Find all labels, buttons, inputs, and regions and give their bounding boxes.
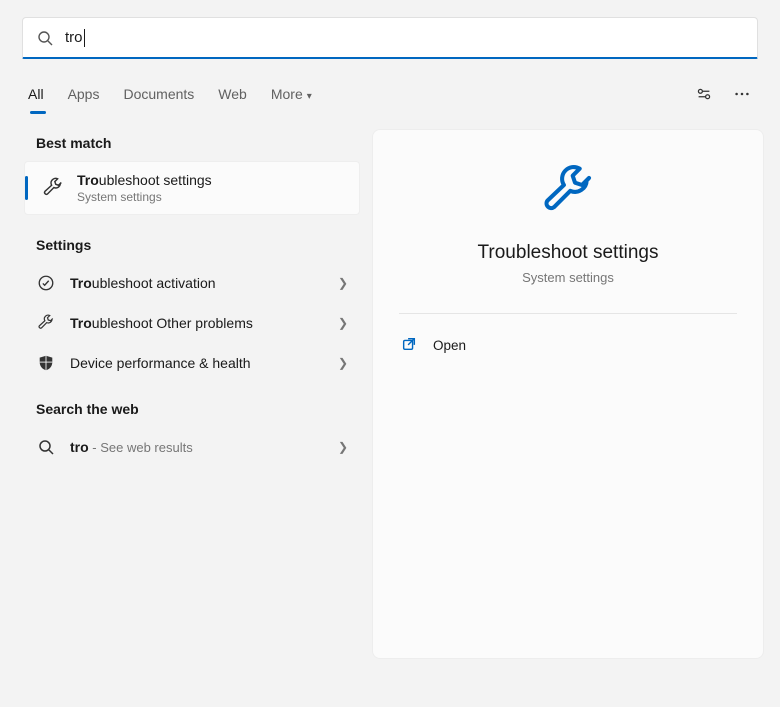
wrench-icon (41, 176, 65, 200)
divider (399, 313, 737, 314)
wrench-icon (540, 164, 596, 220)
shield-icon (36, 353, 56, 373)
preview-action-open[interactable]: Open (393, 326, 743, 364)
chevron-right-icon: ❯ (338, 440, 348, 454)
tab-apps[interactable]: Apps (68, 80, 100, 108)
search-query-text: tro (65, 29, 83, 46)
open-external-icon (401, 336, 419, 354)
tab-label: All (28, 86, 44, 102)
settings-result-device-health[interactable]: Device performance & health ❯ (24, 343, 360, 383)
search-icon (36, 437, 56, 457)
tab-label: Apps (68, 86, 100, 102)
section-settings-header: Settings (24, 231, 360, 263)
tab-label: Web (218, 86, 247, 102)
preview-subtitle: System settings (522, 270, 614, 285)
section-best-match-header: Best match (24, 129, 360, 161)
preview-pane: Troubleshoot settings System settings Op… (372, 129, 764, 659)
settings-result-activation[interactable]: Troubleshoot activation ❯ (24, 263, 360, 303)
preview-title: Troubleshoot settings (478, 242, 659, 264)
best-match-subtitle: System settings (77, 190, 212, 204)
best-match-result[interactable]: Troubleshoot settings System settings (24, 161, 360, 215)
tab-documents[interactable]: Documents (123, 80, 194, 108)
tab-web[interactable]: Web (218, 80, 247, 108)
action-label: Open (433, 338, 466, 353)
tab-more[interactable]: More ▾ (271, 80, 312, 108)
result-label: Troubleshoot Other problems (70, 315, 338, 331)
search-tabs: All Apps Documents Web More ▾ (0, 77, 780, 111)
search-box[interactable]: tro (22, 17, 758, 59)
more-options-button[interactable] (732, 84, 752, 104)
result-label: Device performance & health (70, 355, 338, 371)
settings-result-other-problems[interactable]: Troubleshoot Other problems ❯ (24, 303, 360, 343)
chevron-down-icon: ▾ (307, 91, 312, 102)
chevron-right-icon: ❯ (338, 276, 348, 290)
chevron-right-icon: ❯ (338, 316, 348, 330)
tab-label: More (271, 86, 303, 102)
tab-label: Documents (123, 86, 194, 102)
result-label: tro - See web results (70, 439, 338, 455)
search-options-button[interactable] (694, 84, 714, 104)
search-icon (37, 30, 53, 46)
check-circle-icon (36, 273, 56, 293)
results-left-pane: Best match Troubleshoot settings System … (24, 129, 360, 659)
results-content: Best match Troubleshoot settings System … (0, 111, 780, 659)
best-match-title: Troubleshoot settings (77, 172, 212, 188)
chevron-right-icon: ❯ (338, 356, 348, 370)
tab-all[interactable]: All (28, 80, 44, 108)
wrench-icon (36, 313, 56, 333)
result-label: Troubleshoot activation (70, 275, 338, 291)
web-result[interactable]: tro - See web results ❯ (24, 427, 360, 467)
section-web-header: Search the web (24, 395, 360, 427)
